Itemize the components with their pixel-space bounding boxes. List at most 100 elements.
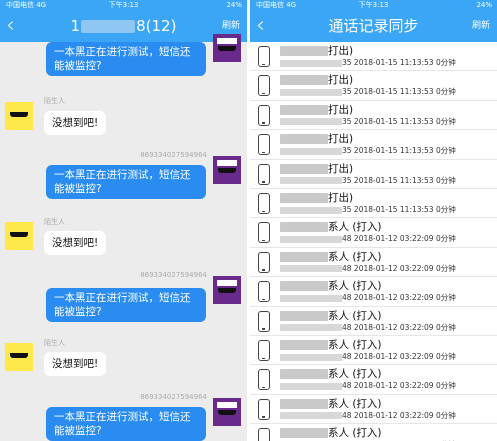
redacted-block: [280, 235, 342, 243]
carrier-label: 中国电信 4G: [6, 1, 47, 9]
call-detail: 48 2018-01-12 03:22:09 0分钟: [280, 234, 456, 244]
call-type-label: 系人 (打入): [328, 221, 382, 234]
call-log-row[interactable]: 系人 (打入)48 2018-01-12 03:22:09 0分钟: [250, 424, 497, 441]
call-log-row[interactable]: 打出) 35 2018-01-15 11:13:53 0分钟: [250, 189, 497, 219]
nav-bar: ‹ 1 8(12) 刷新: [0, 11, 247, 42]
avatar: [5, 343, 33, 371]
redacted-block: [280, 398, 328, 409]
redacted-block: [280, 147, 342, 155]
call-log-row[interactable]: 系人 (打入)48 2018-01-12 03:22:09 0分钟: [250, 336, 497, 366]
message-bubble-received: 没想到吧!: [44, 111, 107, 135]
call-type-label: 系人 (打入): [328, 397, 382, 410]
call-log-row[interactable]: 打出) 35 2018-01-15 11:13:53 0分钟: [250, 42, 497, 72]
call-contact: 打出): [280, 133, 353, 145]
redacted-block: [81, 20, 136, 33]
call-type-label: 打出): [328, 162, 354, 175]
call-type-label: 系人 (打入): [328, 339, 382, 351]
phone-icon: [258, 398, 270, 420]
phone-icon: [258, 340, 270, 361]
phone-icon: [258, 369, 270, 391]
phone-icon: [258, 193, 270, 214]
phone-icon: [258, 222, 270, 244]
call-contact: 系人 (打入): [280, 280, 382, 292]
avatar: [213, 276, 241, 304]
redacted-block: [280, 88, 342, 96]
message-bubble-sent: 一本黑正在进行测试，短信还能被监控?: [46, 42, 206, 76]
call-type-label: 系人 (打入): [328, 250, 382, 263]
message-bubble-received: 没想到吧!: [44, 231, 107, 255]
call-contact: 打出): [280, 74, 353, 86]
redacted-block: [280, 281, 328, 292]
call-log-screen: 中国电信 4G 下午3:13 24% ‹ 通话记录同步 刷新 打出) 35 201…: [250, 0, 497, 441]
call-log-list[interactable]: 打出) 35 2018-01-15 11:13:53 0分钟 打出) 35 2018-…: [250, 42, 497, 441]
phone-icon: [258, 46, 270, 67]
redacted-block: [280, 428, 328, 439]
call-type-label: 打出): [328, 192, 354, 204]
refresh-button[interactable]: 刷新: [472, 11, 490, 42]
redacted-block: [280, 294, 342, 302]
call-time-label: 48 2018-01-12 03:22:09 0分钟: [342, 410, 456, 420]
call-type-label: 打出): [328, 103, 354, 116]
call-contact: 系人 (打入): [280, 221, 382, 233]
redacted-block: [280, 46, 328, 56]
call-log-row[interactable]: 系人 (打入)48 2018-01-12 03:22:09 0分钟: [250, 365, 497, 395]
page-title: 通话记录同步: [328, 17, 419, 35]
sender-name: 陌生人: [44, 339, 65, 347]
call-time-label: 48 2018-01-12 03:22:09 0分钟: [342, 234, 456, 244]
call-contact: 系人 (打入): [280, 427, 382, 439]
call-type-label: 系人 (打入): [328, 368, 382, 381]
call-detail: 48 2018-01-12 03:22:09 0分钟: [280, 323, 456, 333]
sender-name: 陌生人: [44, 97, 65, 105]
sender-number: 869334027594964: [140, 271, 207, 279]
call-contact: 打出): [280, 163, 353, 175]
call-detail: 35 2018-01-15 11:13:53 0分钟: [280, 176, 456, 186]
call-detail: 35 2018-01-15 11:13:53 0分钟: [280, 87, 456, 97]
call-time-label: 35 2018-01-15 11:13:53 0分钟: [342, 205, 456, 214]
redacted-block: [280, 163, 328, 174]
call-time-label: 48 2018-01-12 03:22:09 0分钟: [342, 293, 456, 303]
redacted-block: [280, 75, 328, 86]
call-detail: 48 2018-01-12 03:22:09 0分钟: [280, 264, 456, 274]
message-bubble-sent: 一本黑正在进行测试，短信还能被监控?: [46, 407, 206, 441]
redacted-block: [280, 118, 342, 126]
page-title: 1 8(12): [0, 11, 247, 42]
phone-icon: [258, 163, 270, 185]
phone-icon: [258, 428, 270, 441]
redacted-block: [280, 310, 328, 321]
call-log-row[interactable]: 系人 (打入)48 2018-01-12 03:22:09 0分钟: [250, 395, 497, 425]
phone-icon: [258, 134, 270, 156]
call-contact: 打出): [280, 45, 353, 57]
call-time-label: 48 2018-01-12 03:22:09 0分钟: [342, 352, 456, 361]
call-type-label: 系人 (打入): [328, 309, 382, 322]
call-contact: 系人 (打入): [280, 368, 382, 380]
call-log-row[interactable]: 打出) 35 2018-01-15 11:13:53 0分钟: [250, 101, 497, 131]
phone-icon: [258, 75, 270, 97]
call-log-row[interactable]: 打出) 35 2018-01-15 11:13:53 0分钟: [250, 130, 497, 160]
status-bar: 中国电信 4G 下午3:13 24%: [0, 0, 247, 11]
call-log-row[interactable]: 系人 (打入)48 2018-01-12 03:22:09 0分钟: [250, 277, 497, 307]
sender-number: 869334027594964: [140, 393, 207, 401]
avatar: [213, 156, 241, 184]
redacted-block: [280, 177, 342, 185]
redacted-block: [280, 222, 328, 233]
call-log-row[interactable]: 系人 (打入)48 2018-01-12 03:22:09 0分钟: [250, 307, 497, 336]
title-suffix: 8(12): [136, 17, 177, 35]
phone-icon: [258, 310, 270, 332]
call-type-label: 系人 (打入): [328, 280, 382, 293]
redacted-block: [280, 104, 328, 115]
call-time-label: 35 2018-01-15 11:13:53 0分钟: [342, 175, 456, 185]
call-log-row[interactable]: 打出) 35 2018-01-15 11:13:53 0分钟: [250, 160, 497, 189]
call-detail: 48 2018-01-12 03:22:09 0分钟: [280, 381, 456, 391]
call-log-row[interactable]: 系人 (打入)48 2018-01-12 03:22:09 0分钟: [250, 248, 497, 278]
call-contact: 系人 (打入): [280, 398, 382, 410]
call-type-label: 打出): [328, 45, 354, 57]
chat-list[interactable]: 一本黑正在进行测试，短信还能被监控? 陌生人 没想到吧! 86933402759…: [0, 34, 247, 441]
call-log-row[interactable]: 打出) 35 2018-01-15 11:13:53 0分钟: [250, 71, 497, 101]
call-log-row[interactable]: 系人 (打入)48 2018-01-12 03:22:09 0分钟: [250, 218, 497, 248]
call-contact: 系人 (打入): [280, 251, 382, 263]
redacted-block: [280, 251, 328, 262]
call-time-label: 48 2018-01-12 03:22:09 0分钟: [342, 322, 456, 332]
carrier-label: 中国电信 4G: [256, 1, 297, 9]
call-detail: 48 2018-01-12 03:22:09 0分钟: [280, 293, 456, 303]
call-detail: 35 2018-01-15 11:13:53 0分钟: [280, 58, 456, 68]
